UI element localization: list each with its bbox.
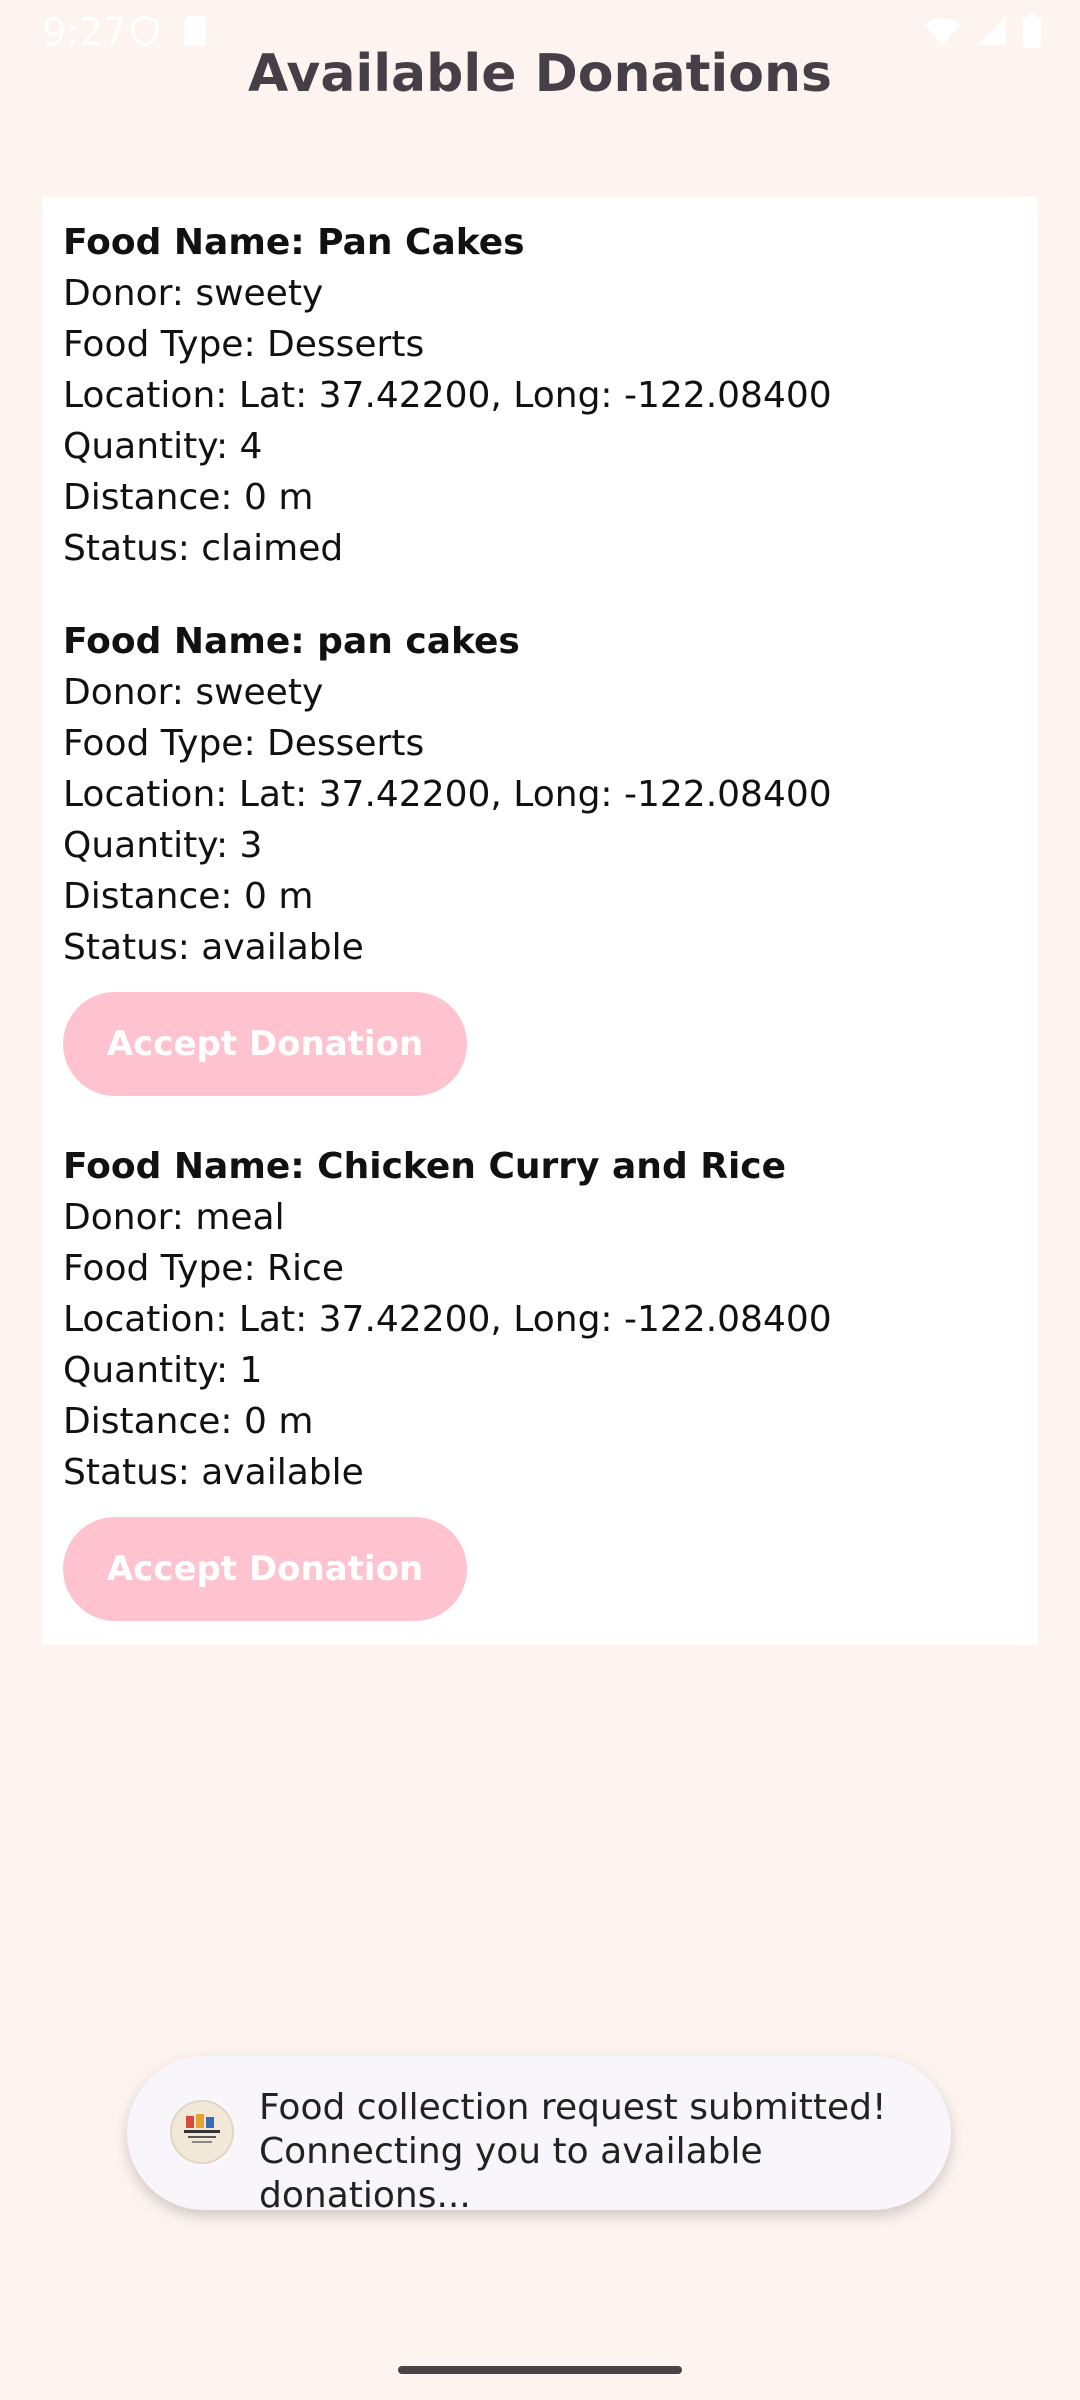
status: Status: claimed <box>63 528 344 569</box>
distance: Distance: 0 m <box>63 876 314 917</box>
donations-list[interactable]: Food Name: Pan Cakes Donor: sweety Food … <box>42 197 1038 1645</box>
toast-line-1: Food collection request submitted! <box>259 2087 887 2128</box>
quantity: Quantity: 4 <box>63 426 263 467</box>
distance: Distance: 0 m <box>63 1401 314 1442</box>
food-type: Food Type: Desserts <box>63 324 425 365</box>
page-title: Available Donations <box>248 44 832 104</box>
toast-text: Food collection request submitted! Conne… <box>259 2086 951 2218</box>
food-name: Food Name: Pan Cakes <box>63 222 525 263</box>
status: Status: available <box>63 1452 364 1493</box>
location: Location: Lat: 37.42200, Long: -122.0840… <box>63 1299 832 1340</box>
accept-donation-button[interactable]: Accept Donation <box>63 992 467 1096</box>
food-name: Food Name: Chicken Curry and Rice <box>63 1146 787 1187</box>
toast-message: Food collection request submitted! Conne… <box>127 2056 951 2216</box>
quantity: Quantity: 3 <box>63 825 263 866</box>
location: Location: Lat: 37.42200, Long: -122.0840… <box>63 375 832 416</box>
meal-bridge-logo-icon <box>170 2100 234 2164</box>
location: Location: Lat: 37.42200, Long: -122.0840… <box>63 774 832 815</box>
donor: Donor: sweety <box>63 273 324 314</box>
donation-item: Food Name: Pan Cakes Donor: sweety Food … <box>63 217 832 574</box>
status: Status: available <box>63 927 364 968</box>
food-type: Food Type: Desserts <box>63 723 425 764</box>
donation-item: Food Name: Chicken Curry and Rice Donor:… <box>63 1141 832 1621</box>
donation-item: Food Name: pan cakes Donor: sweety Food … <box>63 616 832 1096</box>
home-indicator[interactable] <box>398 2366 682 2374</box>
distance: Distance: 0 m <box>63 477 314 518</box>
donor: Donor: sweety <box>63 672 324 713</box>
donor: Donor: meal <box>63 1197 285 1238</box>
quantity: Quantity: 1 <box>63 1350 263 1391</box>
food-type: Food Type: Rice <box>63 1248 344 1289</box>
accept-donation-button[interactable]: Accept Donation <box>63 1517 467 1621</box>
food-name: Food Name: pan cakes <box>63 621 520 662</box>
toast-line-2: Connecting you to available donations... <box>259 2131 763 2216</box>
